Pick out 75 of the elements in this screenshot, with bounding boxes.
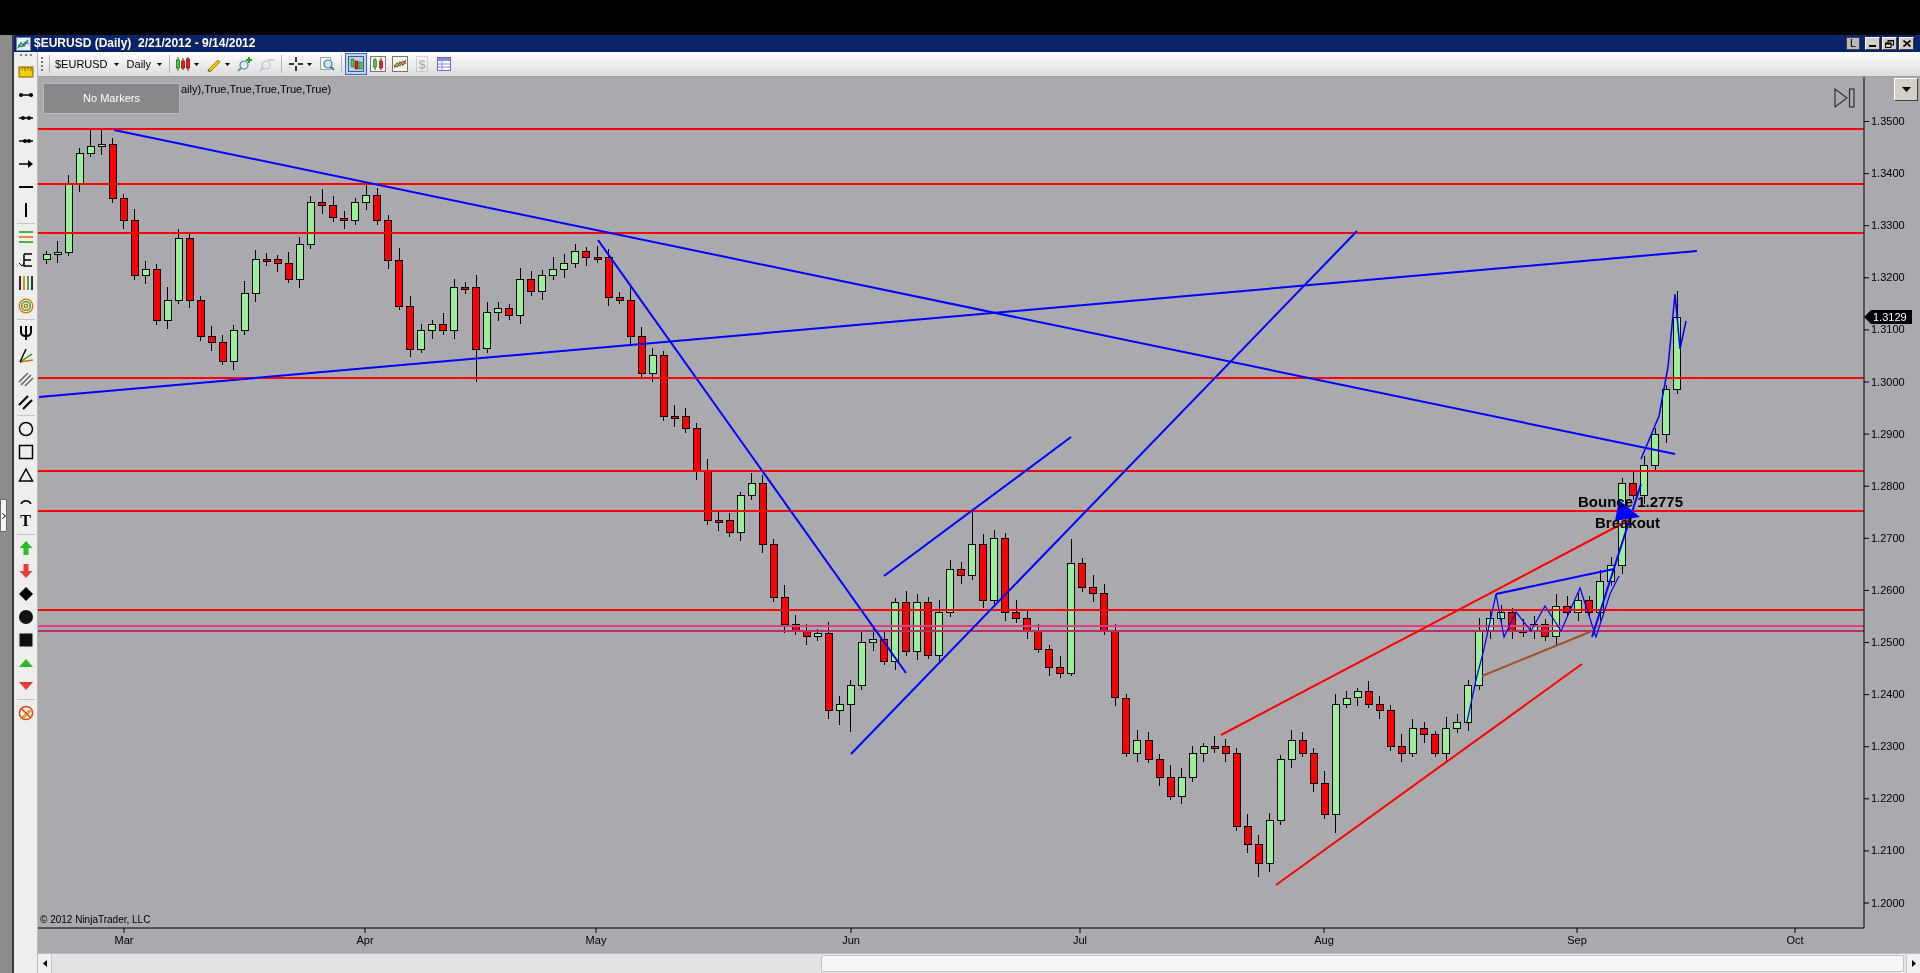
minimize-button[interactable] [1865,37,1880,50]
skip-to-end-icon[interactable] [1834,88,1855,108]
concentric-circles-icon[interactable] [17,298,34,314]
caret-icon[interactable] [157,62,163,66]
price-label: 1.3100 [1871,323,1905,337]
extension-icon[interactable] [17,252,34,268]
price-label: 1.2400 [1871,688,1905,702]
caret-icon[interactable] [225,62,231,66]
price-label: 1.2700 [1871,531,1905,545]
caret-icon[interactable] [307,62,313,66]
date-label: Jun [842,934,860,947]
dot-icon[interactable] [17,609,34,625]
price-label: 1.2600 [1871,583,1905,597]
layout-button[interactable]: L [1846,37,1860,50]
date-label: Jul [1072,934,1088,947]
minimize-icon [1869,45,1876,47]
expand-tab[interactable] [0,499,7,532]
interval-dropdown[interactable]: Daily [126,57,163,71]
price-label: 1.2300 [1871,740,1905,754]
price-label: 1.3300 [1871,219,1905,233]
horizontal-scrollbar[interactable] [38,953,1920,973]
last-price-label: 1.3129 [1864,310,1912,324]
triangle-icon[interactable] [17,467,34,483]
price-label: 1.2500 [1871,636,1905,649]
price-label: 1.2200 [1871,792,1905,806]
crossed-pencil-icon[interactable] [17,705,34,721]
scroll-left-button[interactable] [38,954,52,973]
dropdown-button[interactable] [1894,78,1918,101]
price-label: 1.3200 [1871,271,1905,285]
price-label: 1.2900 [1871,427,1905,441]
text-tool[interactable]: T [17,513,34,529]
bar-chart-icon[interactable] [345,53,368,75]
date-label: Apr [356,934,374,947]
copyright-text: © 2012 NinjaTrader, LLC [40,914,151,926]
caret-icon [1901,87,1911,92]
close-icon [1902,40,1911,47]
date-label: Aug [1314,934,1334,947]
grip-icon[interactable] [19,54,32,57]
window-title: $EURUSD (Daily) 2/21/2012 - 9/14/2012 [34,36,256,51]
price-label: 1.2000 [1871,896,1905,910]
restore-button[interactable] [1882,37,1897,50]
ruler-icon[interactable] [17,64,34,80]
pitchfork-icon[interactable] [17,325,34,341]
close-button[interactable] [1899,37,1914,50]
date-label: Oct [1786,934,1804,947]
right-arrow-icon [1911,960,1916,967]
markers-box: No Markers [43,83,180,114]
price-label: 1.3000 [1871,375,1905,389]
caret-icon[interactable] [194,62,200,66]
price-label: 1.3400 [1871,167,1905,181]
diagonal-lines-icon[interactable] [17,371,34,387]
channel-icon[interactable] [17,394,34,410]
left-arrow-icon [42,960,47,967]
vertical-lines-icon[interactable] [17,275,34,291]
circle-icon[interactable] [17,421,34,437]
scroll-right-button[interactable] [1906,954,1920,973]
chevron-icon [1,512,6,519]
square-icon[interactable] [17,444,34,460]
indicator-label: aily),True,True,True,True,True) [181,83,332,96]
date-label: May [585,934,607,947]
down-arrow-icon[interactable] [17,563,34,579]
fan-icon[interactable] [17,348,34,364]
filled-square-icon[interactable] [17,632,34,648]
price-label: 1.2100 [1871,844,1905,858]
caret-icon[interactable] [113,62,119,66]
restore-icon [1885,39,1894,48]
chart-icon [16,36,31,51]
scrollbar-thumb[interactable] [821,955,1904,972]
grip-icon[interactable] [40,55,43,73]
diamond-icon[interactable] [17,586,34,602]
price-label: 1.3500 [1871,115,1905,128]
date-label: Mar [114,934,134,947]
date-label: Sep [1567,934,1587,947]
instrument-dropdown[interactable]: $EURUSD [55,57,119,71]
price-label: 1.2800 [1871,479,1905,493]
